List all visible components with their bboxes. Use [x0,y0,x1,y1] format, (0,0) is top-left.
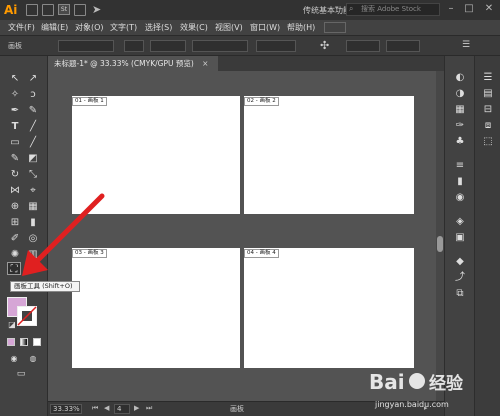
artboard-2-label[interactable]: 02 - 画板 2 [244,97,279,106]
artboard-1-label[interactable]: 01 - 画板 1 [72,97,107,106]
artboard-number-field[interactable]: 4 [114,404,130,414]
menu-type[interactable]: 文字(T) [110,22,137,33]
libraries-icon[interactable]: ▤ [481,88,495,100]
last-artboard-icon[interactable]: ⏭ [146,404,152,413]
minimize-button[interactable]: – [444,2,458,16]
control-label: 画板 [8,42,22,50]
rotate-tool-icon[interactable]: ↻ [8,168,22,181]
align-icon[interactable]: ⊟ [481,104,495,116]
gradient-panel-icon[interactable]: ▮ [453,176,467,188]
scale-tool-icon[interactable]: ⤡ [26,168,40,181]
menu-bar: 文件(F) 编辑(E) 对象(O) 文字(T) 选择(S) 效果(C) 视图(V… [0,20,500,36]
svg-text:jingyan.baidu.com: jingyan.baidu.com [374,400,449,409]
layout-icon[interactable] [324,22,346,33]
preset-select[interactable] [58,40,114,52]
stock-icon[interactable]: St [58,4,70,15]
screen-mode-icon[interactable]: ▭ [14,368,28,381]
rectangle-tool-icon[interactable]: ▭ [8,136,22,149]
line-tool-icon[interactable]: ╱ [26,120,40,133]
curvature-tool-icon[interactable]: ✎ [26,104,40,117]
scrollbar-thumb[interactable] [437,236,443,252]
title-bar: Ai St ➤ 传统基本功能 ▾ 搜索 Adobe Stock ⌕ – □ ✕ [0,0,500,20]
menu-object[interactable]: 对象(O) [75,22,104,33]
color-guide-icon[interactable]: ◑ [453,88,467,100]
transform-icon[interactable]: ⬚ [481,136,495,148]
color-panel-icon[interactable]: ◐ [453,72,467,84]
graphic-styles-icon[interactable]: ▣ [453,232,467,244]
app-logo: Ai [4,3,18,17]
symbols-icon[interactable]: ♣ [453,136,467,148]
next-artboard-icon[interactable]: ▶ [134,404,139,412]
document-tab-title: 未标题-1* @ 33.33% (CMYK/GPU 预览) [54,59,194,68]
close-button[interactable]: ✕ [482,2,496,16]
draw-behind-icon[interactable]: ◍ [26,352,40,365]
illustrator-window: Ai St ➤ 传统基本功能 ▾ 搜索 Adobe Stock ⌕ – □ ✕ … [0,0,500,416]
artboard-4-label[interactable]: 04 - 画板 4 [244,249,279,258]
none-slash-icon [17,306,37,326]
send-icon[interactable]: ➤ [92,3,101,16]
new-artboard-button[interactable] [150,40,186,52]
menu-effect[interactable]: 效果(C) [180,22,208,33]
none-mode-icon[interactable] [33,338,41,346]
orientation-toggle[interactable] [124,40,144,52]
y-field[interactable] [386,40,420,52]
bridge-icon[interactable] [26,4,38,16]
close-tab-icon[interactable]: × [202,59,208,68]
annotation-arrow-icon [22,193,105,276]
gradient-mode-icon[interactable] [20,338,28,346]
properties-icon[interactable]: ☰ [481,72,495,84]
current-tool-label[interactable]: 画板 [230,404,244,414]
move-copy-toggle[interactable] [256,40,296,52]
chevron-down-icon[interactable]: ▾ [335,4,339,12]
pen-tool-icon[interactable]: ✒ [8,104,22,117]
baidu-watermark-logo: Bai 经验 jingyan.baidu.com [369,370,464,409]
menu-edit[interactable]: 编辑(E) [41,22,68,33]
artboards-panel-icon[interactable]: ⧉ [453,288,467,300]
grid-icon[interactable] [42,4,54,16]
layers-icon[interactable]: ◆ [453,256,467,268]
shaper-tool-icon[interactable]: ✎ [8,152,22,165]
selection-tool-icon[interactable]: ↖ [8,72,22,85]
zoom-field[interactable]: 33.33% [50,404,82,414]
paintbrush-tool-icon[interactable]: ╱ [26,136,40,149]
workspace-switcher[interactable]: 传统基本功能 [303,5,351,16]
arrange-icon[interactable] [74,4,86,16]
appearance-icon[interactable]: ◈ [453,216,467,228]
maximize-button[interactable]: □ [462,2,476,16]
transparency-icon[interactable]: ◉ [453,192,467,204]
pathfinder-icon[interactable]: ⧈ [481,120,495,132]
artboard-2[interactable] [244,96,414,214]
search-stock-input[interactable]: 搜索 Adobe Stock [346,3,440,16]
eraser-tool-icon[interactable]: ◩ [26,152,40,165]
svg-text:经验: 经验 [429,373,464,394]
color-mode-icon[interactable] [7,338,15,346]
artboard-4[interactable] [244,248,414,368]
artboard-tool-tooltip: 画板工具 (Shift+O) [10,281,80,292]
prev-artboard-icon[interactable]: ◀ [104,404,109,412]
x-field[interactable] [346,40,380,52]
panel-menu-icon[interactable]: ☰ [462,40,470,50]
name-field[interactable] [192,40,248,52]
first-artboard-icon[interactable]: ⏮ [92,404,98,413]
svg-text:Bai: Bai [369,370,405,394]
menu-window[interactable]: 窗口(W) [250,22,280,33]
menu-view[interactable]: 视图(V) [215,22,243,33]
lasso-tool-icon[interactable]: ↄ [26,88,40,101]
reference-point-icon[interactable]: ✣ [320,39,329,52]
draw-mode-icon[interactable]: ◉ [7,352,21,365]
brushes-icon[interactable]: ✑ [453,120,467,132]
stroke-panel-icon[interactable]: ≡ [453,160,467,172]
menu-select[interactable]: 选择(S) [145,22,172,33]
asset-export-icon[interactable]: ⤴ [453,272,467,284]
search-icon: ⌕ [349,4,354,13]
control-bar: 画板 ✣ ☰ [0,36,500,56]
menu-help[interactable]: 帮助(H) [287,22,315,33]
swatches-icon[interactable]: ▦ [453,104,467,116]
type-tool-icon[interactable]: T [8,120,22,133]
menu-file[interactable]: 文件(F) [8,22,35,33]
right-panel-column: ☰ ▤ ⊟ ⧈ ⬚ [474,56,500,416]
magic-wand-tool-icon[interactable]: ✧ [8,88,22,101]
document-tab[interactable]: 未标题-1* @ 33.33% (CMYK/GPU 预览) × [48,56,218,71]
direct-selection-tool-icon[interactable]: ↗ [26,72,40,85]
